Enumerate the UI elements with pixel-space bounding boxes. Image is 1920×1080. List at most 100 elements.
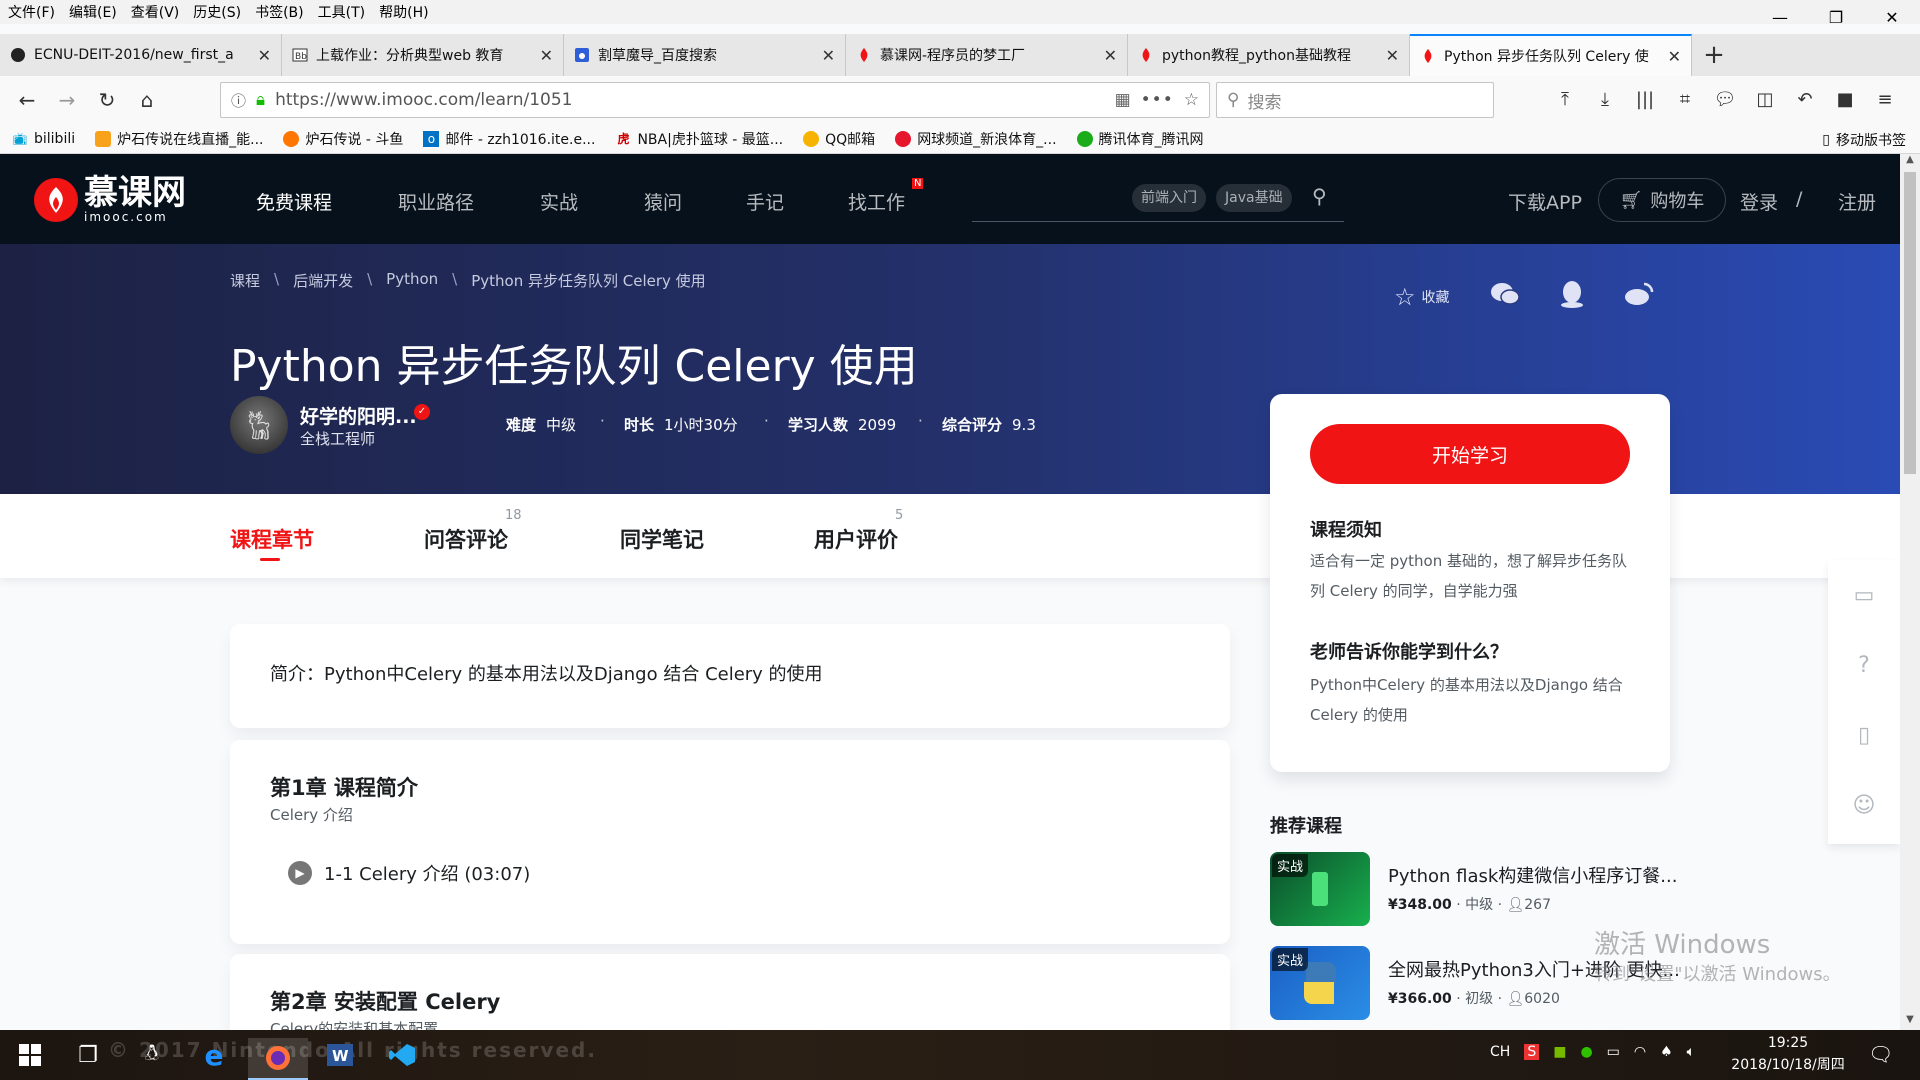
close-tab-icon[interactable]: ✕ <box>1386 46 1399 65</box>
chat-icon[interactable]: 💬︎ <box>1708 82 1742 116</box>
page-actions-icon[interactable]: ••• <box>1141 90 1174 110</box>
menu-edit[interactable]: 编辑(E) <box>69 2 117 22</box>
forward-icon[interactable]: → <box>50 83 84 117</box>
new-tab-button[interactable]: + <box>1692 34 1736 76</box>
menu-history[interactable]: 历史(S) <box>193 2 241 22</box>
menu-icon[interactable]: ≡ <box>1868 82 1902 116</box>
recommend-item[interactable]: 实战 Python flask构建微信小程序订餐... ¥348.00 · 中级… <box>1270 852 1677 932</box>
undo-icon[interactable]: ↶ <box>1788 82 1822 116</box>
scroll-thumb[interactable] <box>1904 172 1916 474</box>
bookmark-item[interactable]: o 邮件 - zzh1016.ite.e... <box>423 129 595 149</box>
action-center-icon[interactable]: 🗨︎ <box>1868 1042 1893 1066</box>
bookmark-item[interactable]: 腾讯体育_腾讯网 <box>1076 129 1204 149</box>
bookmark-item[interactable]: 📺︎ bilibili <box>12 131 75 147</box>
browser-tab[interactable]: ECNU-DEIT-2016/new_first_a ✕ <box>0 34 282 76</box>
menu-file[interactable]: 文件(F) <box>8 2 55 22</box>
menu-tools[interactable]: 工具(T) <box>318 2 365 22</box>
breadcrumb-item[interactable]: 后端开发 <box>293 270 353 291</box>
reload-icon[interactable]: ↻ <box>90 83 124 117</box>
pocket-icon[interactable]: ⤒ <box>1548 82 1582 116</box>
search-input[interactable]: ⚲ 搜索 <box>1216 82 1494 118</box>
tab-comments[interactable]: 问答评论 <box>424 524 508 554</box>
favorite-label[interactable]: 收藏 <box>1422 287 1450 307</box>
star-icon[interactable]: ☆ <box>1184 90 1199 110</box>
nav-jobs[interactable]: 找工作 <box>848 188 905 215</box>
help-icon[interactable]: ? <box>1828 630 1900 700</box>
nav-notes[interactable]: 手记 <box>746 188 784 215</box>
wifi-icon[interactable]: ◠ <box>1634 1044 1646 1060</box>
ime-indicator[interactable]: CH <box>1490 1044 1510 1060</box>
scroll-down-icon[interactable]: ▼ <box>1900 1014 1920 1030</box>
close-tab-icon[interactable]: ✕ <box>1104 46 1117 65</box>
qq-icon[interactable] <box>1560 280 1584 314</box>
feedback-icon[interactable]: ▭ <box>1828 560 1900 630</box>
login-link[interactable]: 登录 <box>1740 188 1778 215</box>
bookmark-item[interactable]: 炉石传说 - 斗鱼 <box>283 129 403 149</box>
mobile-icon[interactable]: ▯ <box>1828 700 1900 770</box>
browser-tab[interactable]: 割草魔导_百度搜索 ✕ <box>564 34 846 76</box>
wechat-icon[interactable] <box>1490 281 1520 313</box>
bookmark-item[interactable]: 炉石传说在线直播_能... <box>95 129 263 149</box>
url-bar[interactable]: ⓘ 🔒︎ https://www.imooc.com/learn/1051 ▦ … <box>220 82 1210 118</box>
qrcode-icon[interactable]: ▦ <box>1115 90 1131 110</box>
scroll-up-icon[interactable]: ▲ <box>1900 154 1920 170</box>
nav-free-courses[interactable]: 免费课程 <box>256 188 332 215</box>
browser-tab[interactable]: python教程_python基础教程 ✕ <box>1128 34 1410 76</box>
home-icon[interactable]: ⌂ <box>130 83 164 117</box>
sidebar-icon[interactable]: ◫ <box>1748 82 1782 116</box>
close-tab-icon[interactable]: ✕ <box>822 46 835 65</box>
download-icon[interactable]: ⤓ <box>1588 82 1622 116</box>
url-text[interactable]: https://www.imooc.com/learn/1051 <box>275 90 1105 110</box>
taskbar-clock[interactable]: 19:25 2018/10/18/周四 <box>1718 1032 1858 1076</box>
info-icon[interactable]: ⓘ <box>231 90 246 111</box>
start-icon[interactable] <box>12 1038 48 1072</box>
smile-icon[interactable]: ☺ <box>1828 770 1900 840</box>
tab-reviews[interactable]: 用户评价 <box>814 524 898 554</box>
bookmark-item[interactable]: QQ邮箱 <box>803 129 875 149</box>
lesson-item[interactable]: ▶ 1-1 Celery 介绍 (03:07) <box>288 860 530 886</box>
ie-icon[interactable]: e <box>196 1038 232 1072</box>
tab-chapters[interactable]: 课程章节 <box>230 524 314 554</box>
library-icon[interactable]: ||| <box>1628 82 1662 116</box>
avatar[interactable]: 🦌︎ <box>230 396 288 454</box>
browser-tab[interactable]: 慕课网-程序员的梦工厂 ✕ <box>846 34 1128 76</box>
vscode-icon[interactable] <box>384 1038 420 1072</box>
register-link[interactable]: 注册 <box>1838 188 1876 215</box>
notification-app-icon[interactable]: ♠ <box>1660 1044 1673 1060</box>
nav-career-path[interactable]: 职业路径 <box>398 188 474 215</box>
cart-button[interactable]: 🛒︎ 购物车 <box>1598 178 1726 222</box>
mobile-bookmarks[interactable]: ▯ 移动版书签 <box>1822 130 1906 150</box>
minimize-button[interactable]: — <box>1752 0 1808 34</box>
browser-tab[interactable]: Bb 上载作业：分析典型web 教育 ✕ <box>282 34 564 76</box>
close-window-button[interactable]: ✕ <box>1864 0 1920 34</box>
back-icon[interactable]: ← <box>10 83 44 117</box>
nav-qa[interactable]: 猿问 <box>644 188 682 215</box>
menu-help[interactable]: 帮助(H) <box>379 2 428 22</box>
page-scrollbar[interactable]: ▲ ▼ <box>1900 154 1920 1030</box>
firefox-icon[interactable] <box>248 1038 308 1080</box>
tab-notes[interactable]: 同学笔记 <box>620 524 704 554</box>
close-tab-icon[interactable]: ✕ <box>1668 47 1681 66</box>
imooc-logo[interactable]: 慕课网 imooc.com <box>34 176 186 224</box>
task-view-icon[interactable]: ❐ <box>70 1038 106 1072</box>
start-learning-button[interactable]: 开始学习 <box>1310 424 1630 484</box>
weibo-icon[interactable] <box>1624 281 1654 313</box>
bookmark-item[interactable]: 网球频道_新浪体育_... <box>895 129 1057 149</box>
search-tag[interactable]: 前端入门 <box>1132 184 1206 212</box>
menu-bookmarks[interactable]: 书签(B) <box>255 2 304 22</box>
volume-icon[interactable]: 🔈︎ <box>1687 1044 1695 1060</box>
close-tab-icon[interactable]: ✕ <box>258 46 271 65</box>
sogou-icon[interactable]: S <box>1524 1044 1540 1060</box>
nvidia-icon[interactable]: ■ <box>1553 1044 1566 1060</box>
bookmark-item[interactable]: 虎 NBA|虎扑篮球 - 最篮... <box>615 129 783 149</box>
wechat-tray-icon[interactable]: ● <box>1580 1044 1592 1060</box>
breadcrumb-item[interactable]: 课程 <box>230 270 260 291</box>
restore-button[interactable]: ❐ <box>1808 0 1864 34</box>
menu-view[interactable]: 查看(V) <box>131 2 180 22</box>
word-icon[interactable]: W <box>322 1038 358 1072</box>
battery-icon[interactable]: ▭ <box>1607 1044 1620 1060</box>
download-app-link[interactable]: 下载APP <box>1508 188 1582 215</box>
search-icon[interactable]: ⚲ <box>1312 184 1327 208</box>
search-tag[interactable]: Java基础 <box>1216 184 1292 212</box>
browser-tab-active[interactable]: Python 异步任务队列 Celery 使 ✕ <box>1410 34 1692 76</box>
